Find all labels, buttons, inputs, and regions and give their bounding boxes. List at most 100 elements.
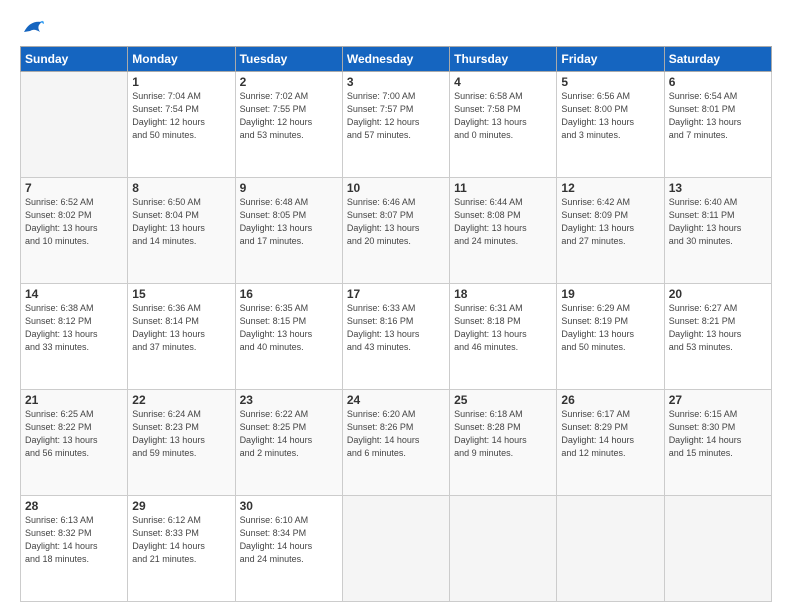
calendar-cell: 26Sunrise: 6:17 AM Sunset: 8:29 PM Dayli…	[557, 390, 664, 496]
day-number: 1	[132, 75, 230, 89]
day-number: 15	[132, 287, 230, 301]
day-number: 12	[561, 181, 659, 195]
day-header-thursday: Thursday	[450, 47, 557, 72]
day-info: Sunrise: 6:22 AM Sunset: 8:25 PM Dayligh…	[240, 408, 338, 460]
calendar-cell: 22Sunrise: 6:24 AM Sunset: 8:23 PM Dayli…	[128, 390, 235, 496]
page: SundayMondayTuesdayWednesdayThursdayFrid…	[0, 0, 792, 612]
day-number: 21	[25, 393, 123, 407]
day-number: 4	[454, 75, 552, 89]
day-header-sunday: Sunday	[21, 47, 128, 72]
logo	[20, 18, 46, 36]
day-info: Sunrise: 6:54 AM Sunset: 8:01 PM Dayligh…	[669, 90, 767, 142]
day-info: Sunrise: 6:35 AM Sunset: 8:15 PM Dayligh…	[240, 302, 338, 354]
calendar-cell: 7Sunrise: 6:52 AM Sunset: 8:02 PM Daylig…	[21, 178, 128, 284]
day-number: 20	[669, 287, 767, 301]
calendar-cell	[21, 72, 128, 178]
day-number: 13	[669, 181, 767, 195]
calendar-cell: 29Sunrise: 6:12 AM Sunset: 8:33 PM Dayli…	[128, 496, 235, 602]
day-number: 26	[561, 393, 659, 407]
day-number: 2	[240, 75, 338, 89]
day-number: 14	[25, 287, 123, 301]
day-header-saturday: Saturday	[664, 47, 771, 72]
calendar-cell: 15Sunrise: 6:36 AM Sunset: 8:14 PM Dayli…	[128, 284, 235, 390]
calendar-cell: 27Sunrise: 6:15 AM Sunset: 8:30 PM Dayli…	[664, 390, 771, 496]
day-info: Sunrise: 6:25 AM Sunset: 8:22 PM Dayligh…	[25, 408, 123, 460]
day-number: 16	[240, 287, 338, 301]
day-info: Sunrise: 6:10 AM Sunset: 8:34 PM Dayligh…	[240, 514, 338, 566]
calendar-cell: 30Sunrise: 6:10 AM Sunset: 8:34 PM Dayli…	[235, 496, 342, 602]
day-number: 24	[347, 393, 445, 407]
day-info: Sunrise: 6:12 AM Sunset: 8:33 PM Dayligh…	[132, 514, 230, 566]
day-number: 7	[25, 181, 123, 195]
day-info: Sunrise: 6:31 AM Sunset: 8:18 PM Dayligh…	[454, 302, 552, 354]
calendar-cell: 4Sunrise: 6:58 AM Sunset: 7:58 PM Daylig…	[450, 72, 557, 178]
calendar-cell	[450, 496, 557, 602]
day-number: 25	[454, 393, 552, 407]
day-header-tuesday: Tuesday	[235, 47, 342, 72]
day-info: Sunrise: 6:52 AM Sunset: 8:02 PM Dayligh…	[25, 196, 123, 248]
day-number: 19	[561, 287, 659, 301]
calendar-cell: 18Sunrise: 6:31 AM Sunset: 8:18 PM Dayli…	[450, 284, 557, 390]
day-number: 28	[25, 499, 123, 513]
day-number: 27	[669, 393, 767, 407]
day-number: 5	[561, 75, 659, 89]
calendar-cell	[664, 496, 771, 602]
day-info: Sunrise: 6:18 AM Sunset: 8:28 PM Dayligh…	[454, 408, 552, 460]
day-number: 3	[347, 75, 445, 89]
calendar-cell: 8Sunrise: 6:50 AM Sunset: 8:04 PM Daylig…	[128, 178, 235, 284]
day-info: Sunrise: 6:42 AM Sunset: 8:09 PM Dayligh…	[561, 196, 659, 248]
day-info: Sunrise: 7:04 AM Sunset: 7:54 PM Dayligh…	[132, 90, 230, 142]
day-number: 10	[347, 181, 445, 195]
logo-bird-icon	[22, 18, 44, 36]
day-number: 17	[347, 287, 445, 301]
day-info: Sunrise: 6:27 AM Sunset: 8:21 PM Dayligh…	[669, 302, 767, 354]
calendar-cell: 11Sunrise: 6:44 AM Sunset: 8:08 PM Dayli…	[450, 178, 557, 284]
calendar-cell: 2Sunrise: 7:02 AM Sunset: 7:55 PM Daylig…	[235, 72, 342, 178]
calendar-cell: 23Sunrise: 6:22 AM Sunset: 8:25 PM Dayli…	[235, 390, 342, 496]
calendar: SundayMondayTuesdayWednesdayThursdayFrid…	[20, 46, 772, 602]
calendar-cell: 25Sunrise: 6:18 AM Sunset: 8:28 PM Dayli…	[450, 390, 557, 496]
day-info: Sunrise: 6:46 AM Sunset: 8:07 PM Dayligh…	[347, 196, 445, 248]
day-info: Sunrise: 7:02 AM Sunset: 7:55 PM Dayligh…	[240, 90, 338, 142]
calendar-cell: 14Sunrise: 6:38 AM Sunset: 8:12 PM Dayli…	[21, 284, 128, 390]
calendar-cell: 1Sunrise: 7:04 AM Sunset: 7:54 PM Daylig…	[128, 72, 235, 178]
calendar-cell: 16Sunrise: 6:35 AM Sunset: 8:15 PM Dayli…	[235, 284, 342, 390]
day-number: 18	[454, 287, 552, 301]
calendar-cell: 10Sunrise: 6:46 AM Sunset: 8:07 PM Dayli…	[342, 178, 449, 284]
calendar-cell	[557, 496, 664, 602]
day-number: 8	[132, 181, 230, 195]
day-number: 30	[240, 499, 338, 513]
day-info: Sunrise: 6:36 AM Sunset: 8:14 PM Dayligh…	[132, 302, 230, 354]
calendar-cell: 21Sunrise: 6:25 AM Sunset: 8:22 PM Dayli…	[21, 390, 128, 496]
calendar-cell: 5Sunrise: 6:56 AM Sunset: 8:00 PM Daylig…	[557, 72, 664, 178]
day-header-monday: Monday	[128, 47, 235, 72]
day-info: Sunrise: 6:58 AM Sunset: 7:58 PM Dayligh…	[454, 90, 552, 142]
calendar-cell	[342, 496, 449, 602]
day-number: 22	[132, 393, 230, 407]
day-info: Sunrise: 6:15 AM Sunset: 8:30 PM Dayligh…	[669, 408, 767, 460]
calendar-cell: 20Sunrise: 6:27 AM Sunset: 8:21 PM Dayli…	[664, 284, 771, 390]
calendar-cell: 3Sunrise: 7:00 AM Sunset: 7:57 PM Daylig…	[342, 72, 449, 178]
day-info: Sunrise: 6:44 AM Sunset: 8:08 PM Dayligh…	[454, 196, 552, 248]
day-number: 6	[669, 75, 767, 89]
day-info: Sunrise: 6:48 AM Sunset: 8:05 PM Dayligh…	[240, 196, 338, 248]
calendar-cell: 9Sunrise: 6:48 AM Sunset: 8:05 PM Daylig…	[235, 178, 342, 284]
calendar-cell: 17Sunrise: 6:33 AM Sunset: 8:16 PM Dayli…	[342, 284, 449, 390]
day-info: Sunrise: 6:56 AM Sunset: 8:00 PM Dayligh…	[561, 90, 659, 142]
day-info: Sunrise: 6:17 AM Sunset: 8:29 PM Dayligh…	[561, 408, 659, 460]
calendar-cell: 28Sunrise: 6:13 AM Sunset: 8:32 PM Dayli…	[21, 496, 128, 602]
day-header-friday: Friday	[557, 47, 664, 72]
calendar-cell: 12Sunrise: 6:42 AM Sunset: 8:09 PM Dayli…	[557, 178, 664, 284]
day-info: Sunrise: 7:00 AM Sunset: 7:57 PM Dayligh…	[347, 90, 445, 142]
day-info: Sunrise: 6:38 AM Sunset: 8:12 PM Dayligh…	[25, 302, 123, 354]
day-number: 29	[132, 499, 230, 513]
day-number: 23	[240, 393, 338, 407]
calendar-cell: 13Sunrise: 6:40 AM Sunset: 8:11 PM Dayli…	[664, 178, 771, 284]
day-number: 11	[454, 181, 552, 195]
day-header-wednesday: Wednesday	[342, 47, 449, 72]
day-info: Sunrise: 6:29 AM Sunset: 8:19 PM Dayligh…	[561, 302, 659, 354]
day-number: 9	[240, 181, 338, 195]
calendar-cell: 6Sunrise: 6:54 AM Sunset: 8:01 PM Daylig…	[664, 72, 771, 178]
calendar-cell: 19Sunrise: 6:29 AM Sunset: 8:19 PM Dayli…	[557, 284, 664, 390]
calendar-cell: 24Sunrise: 6:20 AM Sunset: 8:26 PM Dayli…	[342, 390, 449, 496]
